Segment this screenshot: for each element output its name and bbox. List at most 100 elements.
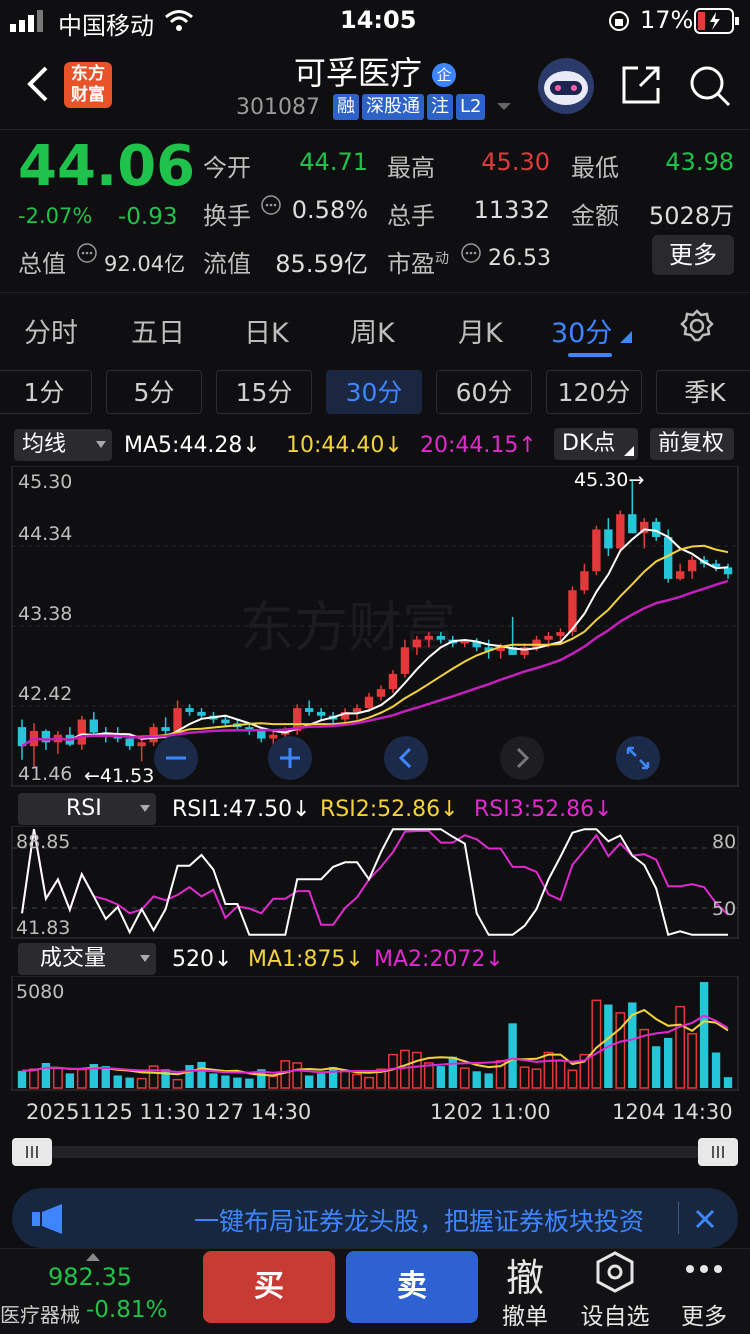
volume-bar: [519, 1066, 530, 1089]
tab-1min[interactable]: 1分: [0, 370, 92, 414]
candle: [53, 730, 63, 754]
registration-tag: 注: [426, 94, 453, 120]
candle: [376, 685, 386, 701]
tab-15min[interactable]: 15分: [216, 370, 312, 414]
volume-bar: [29, 1068, 39, 1089]
active-tab-underline: [568, 353, 612, 357]
fullscreen-button[interactable]: [616, 736, 660, 780]
indicator-select[interactable]: 均线: [14, 429, 112, 461]
volume-bar: [472, 1071, 481, 1088]
search-icon[interactable]: [688, 64, 732, 108]
corner-triangle-icon: [624, 446, 634, 456]
volume-bar: [17, 1070, 27, 1088]
stock-code-row: 301087 融深股通注 L2: [236, 94, 513, 120]
change-percent: -2.07%: [18, 204, 93, 228]
signal-icon: [10, 10, 43, 32]
zoom-out-button[interactable]: [154, 736, 198, 780]
tab-monthly-k[interactable]: 月K: [458, 311, 503, 350]
info-icon[interactable]: [76, 242, 98, 264]
candle: [616, 510, 625, 553]
close-icon[interactable]: [694, 1208, 716, 1230]
candle: [77, 715, 87, 750]
tab-30min-sub[interactable]: 30分: [326, 370, 422, 414]
dk-label: DK点: [562, 431, 616, 456]
tab-60min[interactable]: 60分: [436, 370, 532, 414]
robot-assistant-icon[interactable]: [536, 56, 596, 116]
adjust-select[interactable]: 前复权: [650, 428, 734, 460]
open-value: 44.71: [299, 148, 368, 176]
volume-bar: [52, 1067, 63, 1089]
index-name[interactable]: 医疗器械: [0, 1299, 80, 1328]
info-icon[interactable]: [460, 242, 482, 264]
index-value[interactable]: 982.35: [48, 1263, 132, 1291]
volume-bar: [543, 1051, 554, 1089]
battery-icon: [694, 8, 739, 34]
tab-5min[interactable]: 5分: [106, 370, 202, 414]
level2-tag: L2: [455, 94, 486, 120]
zoom-in-button[interactable]: [268, 736, 312, 780]
candle: [652, 518, 661, 541]
minute-tabs: 1分 5分 15分 30分 60分 120分 季K: [0, 368, 750, 418]
candle: [65, 727, 75, 747]
enterprise-badge: 企: [432, 63, 457, 87]
dk-point-select[interactable]: DK点: [554, 428, 638, 460]
gear-icon[interactable]: [680, 309, 714, 343]
float-label: 流值: [203, 250, 251, 278]
chart-controls: [154, 736, 660, 780]
volume-select[interactable]: 成交量: [18, 943, 156, 975]
chevron-down-icon[interactable]: [495, 101, 513, 113]
volume-chart[interactable]: 5080: [0, 976, 750, 1092]
scroll-right-button[interactable]: [500, 736, 544, 780]
promo-banner[interactable]: 一键布局证券龙头股，把握证券板块投资: [12, 1188, 738, 1248]
tab-120min[interactable]: 120分: [546, 370, 642, 414]
watchlist-label: 设自选: [580, 1304, 650, 1330]
info-icon[interactable]: [260, 194, 282, 216]
time-label-3: 1202 11:00: [430, 1100, 551, 1124]
volume-bar: [221, 1075, 230, 1088]
volume-bar: [663, 1037, 673, 1088]
y-label-3: 43.38: [18, 603, 72, 625]
turnover-value: 0.58%: [291, 196, 368, 224]
tab-30min[interactable]: 30分: [551, 311, 612, 350]
banner-text: 一键布局证券龙头股，把握证券板块投资: [194, 1207, 645, 1236]
tab-weekly-k[interactable]: 周K: [350, 311, 395, 350]
candlestick-chart[interactable]: 东方财富 45.30 44.34 43.38 42.42 41.46 45.30…: [0, 466, 750, 788]
candle: [687, 556, 697, 579]
vol-y-top: 5080: [16, 981, 64, 1003]
range-handle-left[interactable]: [12, 1138, 52, 1166]
volume-bar: [304, 1075, 314, 1088]
rsi-select[interactable]: RSI: [18, 793, 156, 825]
candle: [592, 525, 601, 576]
more-quote-button[interactable]: 更多: [652, 235, 734, 275]
vol-ma2-value: MA2:2072↓: [374, 947, 504, 972]
share-icon[interactable]: [620, 64, 662, 106]
pe-value: 26.53: [488, 246, 551, 271]
scroll-left-button[interactable]: [384, 736, 428, 780]
tab-five-day[interactable]: 五日: [131, 311, 185, 350]
sell-button[interactable]: 卖: [346, 1251, 478, 1323]
y-label-4: 42.42: [18, 683, 72, 705]
grip-icon: [26, 1146, 38, 1158]
more-actions-button[interactable]: 更多: [664, 1249, 744, 1334]
range-scrollbar[interactable]: [12, 1146, 738, 1158]
candle: [723, 563, 733, 579]
volume-bar: [65, 1073, 75, 1088]
tab-quarter-k[interactable]: 季K: [656, 370, 750, 414]
tab-intraday[interactable]: 分时: [24, 311, 78, 350]
low-marker: ←41.53: [84, 765, 154, 787]
watermark: 东方财富: [240, 596, 456, 659]
chevron-down-icon: [140, 955, 150, 962]
rsi-chart[interactable]: 88.85 41.83 80 50: [0, 826, 750, 940]
add-watchlist-button[interactable]: 设自选: [575, 1249, 655, 1334]
corner-triangle-icon: [620, 331, 632, 343]
range-handle-right[interactable]: [698, 1138, 738, 1166]
cancel-order-button[interactable]: 撤 撤单: [485, 1249, 565, 1334]
high-marker: 45.30→: [574, 469, 644, 491]
tab-daily-k[interactable]: 日K: [244, 311, 289, 350]
candle: [580, 563, 589, 595]
buy-button[interactable]: 买: [203, 1251, 335, 1323]
vol-ma1-line: [21, 1008, 729, 1077]
stock-code: 301087: [236, 94, 320, 120]
volume-value: 11332: [473, 196, 550, 224]
volume-bar: [399, 1049, 410, 1089]
